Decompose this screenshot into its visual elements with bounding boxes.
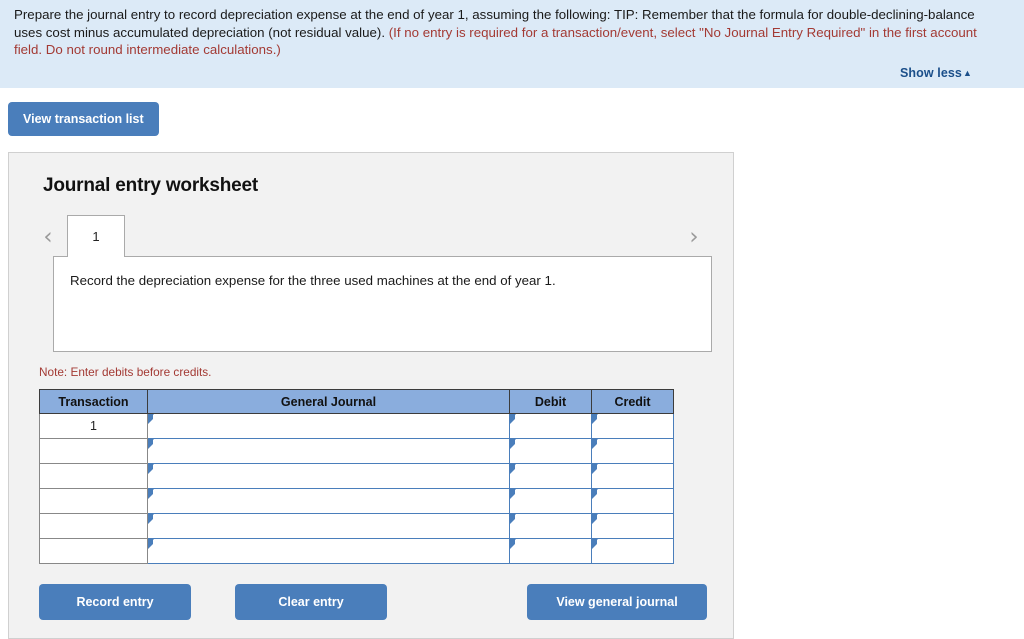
view-transaction-list-button[interactable]: View transaction list xyxy=(8,101,159,136)
cell-transaction xyxy=(39,463,148,489)
page-title: Journal entry worksheet xyxy=(43,175,259,196)
credit-input-1[interactable] xyxy=(591,413,674,439)
chevron-right-icon[interactable]: › xyxy=(681,226,707,257)
column-header-transaction: Transaction xyxy=(39,389,148,414)
worksheet-action-buttons: Record entry Clear entry View general jo… xyxy=(39,584,707,620)
dropdown-marker-icon xyxy=(592,414,598,424)
account-name-input-4[interactable] xyxy=(147,488,510,514)
dropdown-marker-icon xyxy=(148,489,154,499)
dropdown-marker-icon xyxy=(148,414,154,424)
caret-up-icon: ▲ xyxy=(962,67,972,78)
dropdown-marker-icon xyxy=(592,439,598,449)
cell-transaction xyxy=(39,538,148,564)
account-name-input-5[interactable] xyxy=(147,513,510,539)
worksheet-tab-1[interactable]: 1 xyxy=(67,215,125,257)
account-name-input-2[interactable] xyxy=(147,438,510,464)
transaction-description: Record the depreciation expense for the … xyxy=(53,256,712,352)
column-header-debit: Debit xyxy=(509,389,592,414)
table-header-row: Transaction General Journal Debit Credit xyxy=(39,389,674,414)
table-row xyxy=(39,513,674,539)
debit-input-2[interactable] xyxy=(509,438,592,464)
debit-input-6[interactable] xyxy=(509,538,592,564)
dropdown-marker-icon xyxy=(510,439,516,449)
instruction-text: Prepare the journal entry to record depr… xyxy=(14,6,996,59)
show-less-toggle[interactable]: Show less▲ xyxy=(900,66,972,80)
dropdown-marker-icon xyxy=(592,514,598,524)
dropdown-marker-icon xyxy=(592,489,598,499)
table-row xyxy=(39,538,674,564)
worksheet-tab-strip: ‹ 1 › xyxy=(35,215,707,257)
column-header-general-journal: General Journal xyxy=(147,389,510,414)
cell-transaction: 1 xyxy=(39,413,148,439)
journal-entry-worksheet-panel: Journal entry worksheet ‹ 1 › Record the… xyxy=(8,152,734,639)
clear-entry-button[interactable]: Clear entry xyxy=(235,584,387,620)
dropdown-marker-icon xyxy=(510,489,516,499)
table-row xyxy=(39,463,674,489)
dropdown-marker-icon xyxy=(510,414,516,424)
table-row xyxy=(39,438,674,464)
instruction-banner: Prepare the journal entry to record depr… xyxy=(0,0,1024,88)
credit-input-4[interactable] xyxy=(591,488,674,514)
debit-input-5[interactable] xyxy=(509,513,592,539)
table-row: 1 xyxy=(39,413,674,439)
debit-input-4[interactable] xyxy=(509,488,592,514)
column-header-credit: Credit xyxy=(591,389,674,414)
cell-transaction xyxy=(39,513,148,539)
cell-transaction xyxy=(39,438,148,464)
dropdown-marker-icon xyxy=(510,539,516,549)
debits-before-credits-note: Note: Enter debits before credits. xyxy=(39,365,212,379)
account-name-input-3[interactable] xyxy=(147,463,510,489)
record-entry-button[interactable]: Record entry xyxy=(39,584,191,620)
cell-transaction xyxy=(39,488,148,514)
account-name-input-1[interactable] xyxy=(147,413,510,439)
view-general-journal-button[interactable]: View general journal xyxy=(527,584,707,620)
dropdown-marker-icon xyxy=(148,514,154,524)
dropdown-marker-icon xyxy=(148,539,154,549)
journal-entry-table: Transaction General Journal Debit Credit… xyxy=(39,389,674,564)
dropdown-marker-icon xyxy=(592,539,598,549)
show-less-label: Show less xyxy=(899,65,962,80)
table-row xyxy=(39,488,674,514)
debit-input-3[interactable] xyxy=(509,463,592,489)
show-less-row: Show less▲ xyxy=(14,65,996,80)
credit-input-2[interactable] xyxy=(591,438,674,464)
account-name-input-6[interactable] xyxy=(147,538,510,564)
credit-input-5[interactable] xyxy=(591,513,674,539)
dropdown-marker-icon xyxy=(592,464,598,474)
dropdown-marker-icon xyxy=(510,514,516,524)
debit-input-1[interactable] xyxy=(509,413,592,439)
dropdown-marker-icon xyxy=(148,439,154,449)
dropdown-marker-icon xyxy=(148,464,154,474)
credit-input-6[interactable] xyxy=(591,538,674,564)
credit-input-3[interactable] xyxy=(591,463,674,489)
top-button-row: View transaction list xyxy=(0,88,1024,136)
dropdown-marker-icon xyxy=(510,464,516,474)
chevron-left-icon[interactable]: ‹ xyxy=(35,226,61,257)
